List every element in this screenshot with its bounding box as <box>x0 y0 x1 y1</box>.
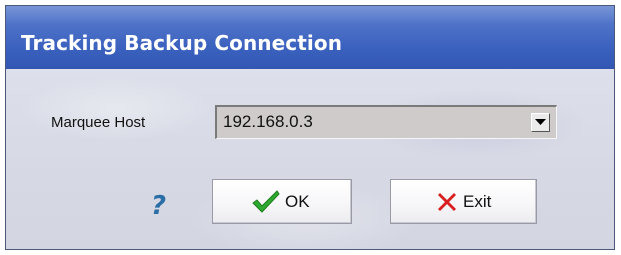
marquee-host-dropdown[interactable]: 192.168.0.3 <box>215 105 557 139</box>
ok-button-label: OK <box>285 192 310 211</box>
svg-text:?: ? <box>151 191 166 219</box>
tracking-backup-dialog: Tracking Backup Connection Marquee Host … <box>5 5 615 250</box>
dialog-title: Tracking Backup Connection <box>21 31 343 55</box>
checkmark-icon <box>252 190 280 213</box>
title-bar[interactable]: Tracking Backup Connection <box>6 6 614 69</box>
question-mark-icon[interactable]: ? <box>149 189 171 219</box>
exit-button[interactable]: Exit <box>390 179 537 224</box>
marquee-host-label: Marquee Host <box>51 114 146 131</box>
marquee-host-value: 192.168.0.3 <box>223 112 313 131</box>
dropdown-arrow-button[interactable] <box>531 113 550 132</box>
chevron-down-icon <box>535 119 546 125</box>
dialog-body: Marquee Host 192.168.0.3 ? OK Exit <box>6 69 614 249</box>
ok-button[interactable]: OK <box>212 179 352 224</box>
exit-button-label: Exit <box>463 192 492 211</box>
close-icon <box>438 193 456 211</box>
